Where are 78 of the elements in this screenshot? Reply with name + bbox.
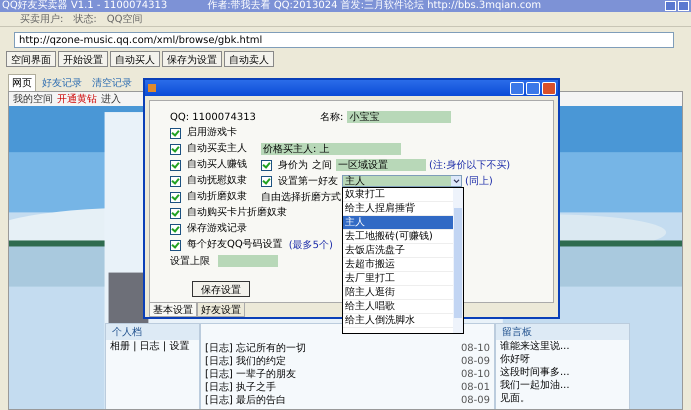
checkbox[interactable] [170,128,181,138]
toolbar-button[interactable]: 保存为设置 [162,51,222,67]
note-text: (最多5个) [288,239,333,252]
dropdown[interactable]: 主人 [342,175,462,187]
field-label: 之间 [312,158,332,172]
minimize-button[interactable] [510,82,524,94]
panel-title: 个人档 [106,324,199,340]
note-text: (同上) [465,174,493,188]
field-label: 名称: [320,111,344,124]
option-label: 自动买人赚钱 [187,159,248,171]
text-field[interactable]: 价格买主人: 上 [261,143,401,155]
option-label: 设置第一好友 [278,174,338,188]
qq-number: QQ: 1100074313 [170,112,257,122]
app-icon [147,83,157,93]
dropdown-arrow-icon[interactable] [451,176,461,186]
list-item[interactable]: [日志] 最后的告白 [205,394,286,407]
item-date: 08-10 [460,342,490,355]
item-date: 08-10 [460,368,490,381]
option-label: 保存游戏记录 [187,223,248,235]
menu-item[interactable]: 状态: [73,12,97,26]
checkbox[interactable] [170,176,181,186]
scrollbar[interactable] [453,188,463,333]
list-item[interactable]: 见面。 [500,392,530,405]
menu-item[interactable]: QQ空间 [106,12,142,26]
tab[interactable]: 网页 [8,74,36,91]
option-label: 自动买卖主人 [187,143,248,155]
item-date: 08-01 [460,381,490,394]
tab[interactable]: 基本设置 [149,303,197,317]
checkbox[interactable] [170,224,181,234]
tab[interactable]: 好友设置 [197,303,245,317]
checkbox[interactable] [170,160,181,170]
list-item[interactable]: [日志] 一辈子的朋友 [205,368,296,381]
page-link[interactable]: 开通黄钻 [57,92,97,106]
checkbox[interactable] [261,160,272,170]
maximize-button[interactable] [526,82,540,94]
option-label: 自动购买卡片折磨奴隶 [187,207,287,219]
option-label: 每个好友QQ号码设置 [187,239,283,251]
list-item[interactable]: 你好呀 [500,353,530,366]
toolbar-button[interactable]: 自动卖人 [224,51,274,67]
option-label: 自动抚慰奴隶 [187,175,248,187]
maximize-button[interactable] [678,1,689,11]
list-item[interactable]: 我们一起加油... [500,379,570,392]
option-label: 自动折磨奴隶 [187,191,248,203]
name-field[interactable]: 小宝宝 [347,111,452,123]
list-item[interactable]: [日志] 执子之手 [205,381,276,394]
text-field[interactable]: 一区域设置 [336,159,426,171]
menu-item[interactable]: 买卖用户: [20,12,64,26]
checkbox[interactable] [170,144,181,154]
checkbox[interactable] [170,208,181,218]
checkbox[interactable] [170,192,181,202]
option-label: 启用游戏卡 [187,127,238,139]
toolbar-button[interactable]: 自动买人 [110,51,160,67]
item-date: 08-09 [460,394,490,407]
window-title: QQ好友买卖器 V1.1 - 1100074313 [2,0,168,12]
limit-field[interactable] [218,255,278,267]
list-item[interactable]: 相册 | 日志 | 设置 [110,340,190,353]
checkbox[interactable] [261,176,272,186]
url-field[interactable]: http://qzone-music.qq.com/xml/browse/gbk.html [14,32,674,48]
panel-title: 留言板 [496,324,629,340]
toolbar-button[interactable]: 开始设置 [58,51,108,67]
close-button[interactable] [542,82,556,94]
list-item[interactable]: [日志] 忘记所有的一切 [205,342,306,355]
field-label: 设置上限 [170,254,211,268]
minimize-button[interactable] [665,1,676,11]
toolbar-button[interactable]: 空间界面 [6,51,56,67]
save-button[interactable]: 保存设置 [192,281,250,297]
list-item[interactable]: 这段时间事多... [500,366,570,379]
page-link[interactable]: 进入 [101,92,121,106]
page-link[interactable]: 我的空间 [13,92,53,106]
option-text: 自由选择折磨方式 [261,190,341,204]
author-info: 作者:带我去看 QQ:2013024 首发:三月软件论坛 http://bbs.3mqian.com [207,0,542,12]
note-text: (注:身价以下不买) [429,158,510,172]
option-label: 身价为 [278,158,308,172]
item-date: 08-09 [460,355,490,368]
dropdown-option[interactable]: 主人 [343,216,453,230]
list-item[interactable]: [日志] 我们的约定 [205,355,286,368]
list-item[interactable]: 谁能来这里说... [500,340,570,353]
checkbox[interactable] [170,240,181,250]
